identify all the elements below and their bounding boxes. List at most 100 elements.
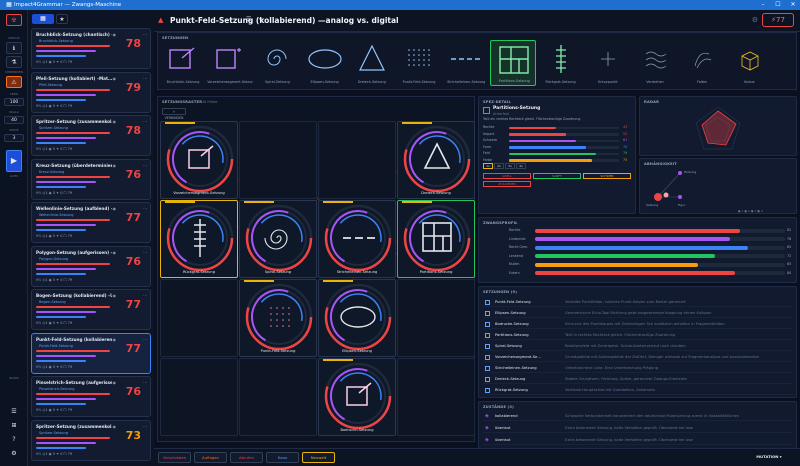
setzung-canvas[interactable]: SETZUNGSRASTER 16 Felder + VERBINDEN Vor… bbox=[157, 96, 475, 442]
action-button[interactable]: Abrufen bbox=[230, 452, 263, 463]
setzung-row[interactable]: Partitions-Setzung Teilt in rechtes Recht… bbox=[483, 330, 793, 340]
eye-icon[interactable]: ◉ bbox=[113, 119, 117, 124]
canvas-cell[interactable]: Vorzeichensegment-Setzung bbox=[160, 121, 238, 199]
star-button[interactable]: ★ bbox=[56, 14, 68, 24]
empty-cell[interactable] bbox=[318, 121, 396, 199]
info-button[interactable]: ℹ bbox=[6, 42, 22, 54]
more-icon[interactable]: ⋯ bbox=[143, 163, 147, 168]
tool-item[interactable]: Kubus bbox=[726, 40, 772, 86]
canvas-cell[interactable]: Punkt-Feld-Setzung bbox=[239, 279, 317, 357]
tool-item[interactable]: Spiral-Setzung bbox=[254, 40, 300, 86]
eye-icon[interactable]: ◉ bbox=[113, 32, 117, 37]
action-button[interactable]: Kaus bbox=[266, 452, 299, 463]
flask-icon[interactable]: ⚗ bbox=[6, 56, 22, 68]
tool-item[interactable]: Vorzeichensegment-Setzung bbox=[207, 40, 253, 86]
maximize-button[interactable]: ☐ bbox=[771, 0, 785, 10]
list-card[interactable]: Pfeil-Setzung (kollabiert) –Mat… Pfeil-Se… bbox=[31, 71, 151, 113]
canvas-cell[interactable]: Ellipsen-Setzung bbox=[318, 279, 396, 357]
play-button[interactable]: ▶ bbox=[6, 150, 22, 172]
list-card[interactable]: Wellenlinie-Setzung (aufblend) –… Wellenl… bbox=[31, 202, 151, 243]
radiation-icon[interactable]: ☢ bbox=[6, 14, 22, 26]
mutation-button[interactable]: MUTATION ▾ bbox=[744, 452, 794, 463]
eye-icon[interactable]: ◉ bbox=[113, 206, 117, 211]
detail-tab[interactable]: 2x bbox=[494, 163, 504, 169]
help-icon[interactable]: ? bbox=[6, 434, 22, 446]
state-row[interactable]: ◈ überlaut Extra betonende Setzung, kalte … bbox=[483, 435, 793, 445]
more-icon[interactable]: ⋯ bbox=[143, 380, 147, 385]
state-row[interactable]: ◈ überlaut Extra betonende Setzung, kalte … bbox=[483, 423, 793, 433]
list-card[interactable]: Kreuz-Setzung (überdeterminiert)…Kreuz-S… bbox=[31, 158, 151, 200]
eye-icon[interactable]: ◉ bbox=[113, 424, 117, 429]
more-icon[interactable]: ⋯ bbox=[143, 293, 147, 298]
eye-icon[interactable]: ◉ bbox=[113, 380, 117, 385]
tool-item[interactable]: Ellipsen-Setzung bbox=[302, 40, 348, 86]
canvas-cell[interactable]: Partitions-Setzung bbox=[397, 200, 475, 278]
setzung-row[interactable]: Vorzeichensegment-Se… Grundgebilde mit Au… bbox=[483, 352, 793, 362]
empty-cell[interactable] bbox=[160, 358, 238, 436]
setzung-row[interactable]: Strichelleinen-Setzung Unterbrochene Lini… bbox=[483, 363, 793, 373]
canvas-cell[interactable]: Strichelleinen-Setzung bbox=[318, 200, 396, 278]
canvas-cell[interactable]: Rückgrat-Setzung bbox=[160, 200, 238, 278]
setzung-row[interactable]: Rückgrat-Setzung Vertikale Hauptachse mit… bbox=[483, 385, 793, 395]
eye-icon[interactable]: ◉ bbox=[113, 337, 117, 342]
detail-tab[interactable]: 1x bbox=[483, 163, 493, 169]
eye-icon[interactable]: ◉ bbox=[113, 163, 117, 168]
setzung-row[interactable]: Ellipsen-Setzung Geometrische Echo-Topi R… bbox=[483, 308, 793, 318]
score-badge[interactable]: ⚡77 bbox=[762, 13, 794, 27]
minimize-button[interactable]: – bbox=[756, 0, 770, 10]
eye-icon[interactable]: ◉ bbox=[113, 76, 117, 81]
tool-item[interactable]: Partitions-Setzung bbox=[490, 40, 537, 86]
list-card[interactable]: Spritzer-Setzung (zusammenkol… Spritzer-S… bbox=[31, 115, 151, 156]
grid-icon[interactable]: ⊞ bbox=[6, 420, 22, 432]
list-card[interactable]: Spritzer-Setzung (zusammenkol… Spritzer-S… bbox=[31, 419, 151, 461]
detail-tab[interactable]: 4x bbox=[516, 163, 526, 169]
canvas-cell[interactable]: Dreieck-Setzung bbox=[397, 121, 475, 199]
empty-cell[interactable] bbox=[160, 279, 238, 357]
state-row[interactable]: ◈ kollabierend Schwache Verbundenheit konz… bbox=[483, 411, 793, 421]
action-button[interactable]: Neuwelt bbox=[302, 452, 335, 463]
list-card[interactable]: Polygon-Setzung (aufgerissen) –… Polygon-… bbox=[31, 245, 151, 287]
setzung-row[interactable]: Punkt-Feld-Setzung Verteilte Punktfelder,… bbox=[483, 297, 793, 307]
close-button[interactable]: ✕ bbox=[786, 0, 800, 10]
action-button[interactable]: Auflegen bbox=[194, 452, 227, 463]
tool-item[interactable]: Kreuzpunkt bbox=[585, 40, 631, 86]
action-button[interactable]: Verschieben bbox=[158, 452, 191, 463]
detail-chip[interactable]: GRELL bbox=[483, 173, 531, 179]
empty-cell[interactable] bbox=[397, 279, 475, 357]
more-icon[interactable]: ⋯ bbox=[143, 250, 147, 255]
settings-icon[interactable]: ⚙ bbox=[6, 448, 22, 460]
detail-tab[interactable]: 3x bbox=[505, 163, 515, 169]
list-view-button[interactable]: ▦ bbox=[32, 14, 54, 24]
empty-cell[interactable] bbox=[397, 358, 475, 436]
tool-item[interactable]: Strichelleinen-Setzung bbox=[443, 40, 489, 86]
mode-field[interactable]: 3 bbox=[4, 134, 24, 142]
more-icon[interactable]: ⋯ bbox=[143, 206, 147, 211]
tool-item[interactable]: Punkt-Feld-Setzung bbox=[396, 40, 442, 86]
setzung-row[interactable]: Spiral-Setzung Rotationsfeld mit Zentripe… bbox=[483, 341, 793, 351]
empty-cell[interactable] bbox=[239, 121, 317, 199]
more-icon[interactable]: ⋯ bbox=[143, 76, 147, 81]
setzung-row[interactable]: Dreieck-Setzung Stabile Grundform. Richtu… bbox=[483, 374, 793, 384]
list-card[interactable]: Bogen-Setzung (kollabierend) –U… Bogen-Se… bbox=[31, 289, 151, 330]
seed-field[interactable]: 100 bbox=[4, 98, 24, 106]
detail-chip[interactable]: ZUSAMMEN bbox=[483, 181, 531, 187]
list-card[interactable]: Bruchblick-Setzung (chantisch) –… Bruchbl… bbox=[31, 28, 151, 69]
detail-chip[interactable]: SCHWER bbox=[583, 173, 631, 179]
setzung-row[interactable]: Bodrucke-Setzung Schrunnt des Punktkorpes… bbox=[483, 319, 793, 329]
list-card[interactable]: Pinselstrich-Setzung (aufgerissen)… Pinse… bbox=[31, 376, 151, 417]
tool-item[interactable]: Verdrehen bbox=[632, 40, 678, 86]
more-icon[interactable]: ⋯ bbox=[143, 119, 147, 124]
link-button[interactable]: ⚠ bbox=[6, 76, 22, 88]
tool-item[interactable]: Dreieck-Setzung bbox=[349, 40, 395, 86]
list-card[interactable]: Punkt-Feld-Setzung (kollabierend)…Punkt-… bbox=[31, 332, 151, 374]
tool-item[interactable]: Bruchblick-Setzung bbox=[160, 40, 206, 86]
sliders-icon[interactable]: ☰ bbox=[6, 406, 22, 418]
settings-icon[interactable]: ⚙ bbox=[752, 16, 758, 24]
more-icon[interactable]: ⋯ bbox=[143, 32, 147, 37]
detail-chip[interactable]: SANFT bbox=[533, 173, 581, 179]
more-icon[interactable]: ⋯ bbox=[143, 337, 147, 342]
more-icon[interactable]: ⋯ bbox=[143, 424, 147, 429]
canvas-cell[interactable]: Bodruckn-Setzung bbox=[318, 358, 396, 436]
tool-item[interactable]: Falten bbox=[679, 40, 725, 86]
eye-icon[interactable]: ◉ bbox=[113, 250, 117, 255]
